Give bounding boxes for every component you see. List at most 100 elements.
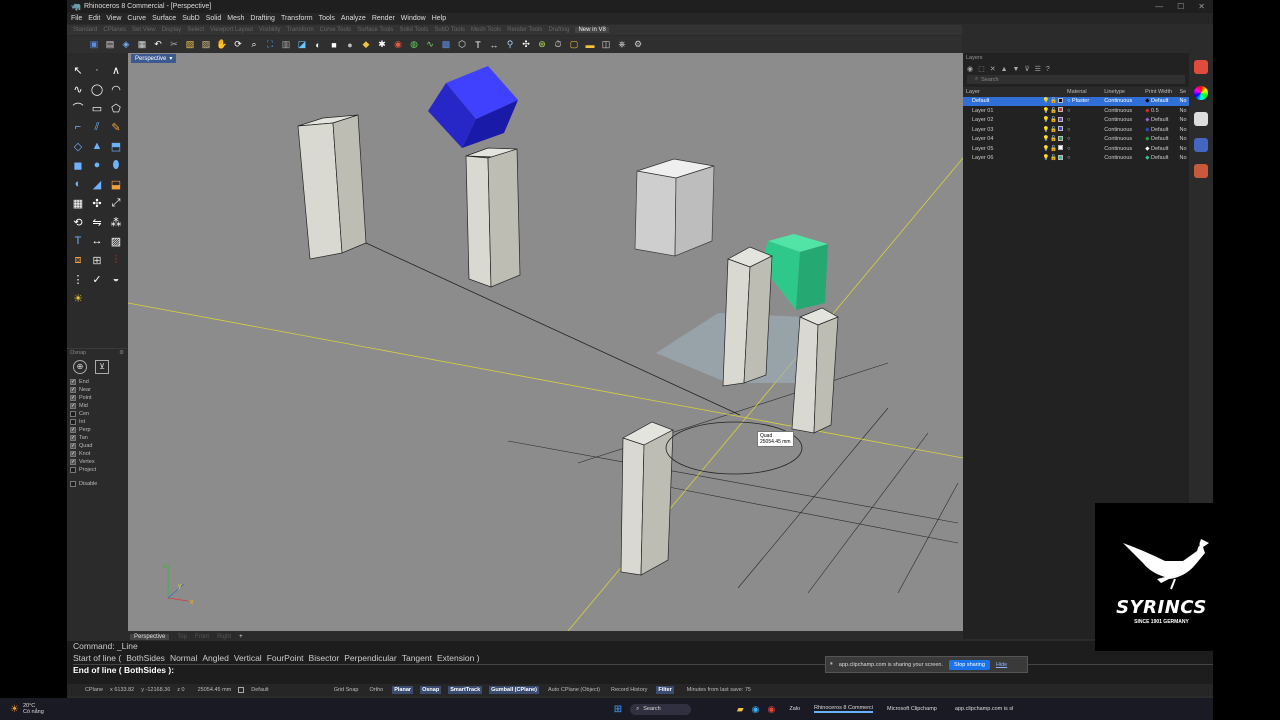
- col-material[interactable]: Material: [1067, 89, 1104, 95]
- box-icon[interactable]: ■: [327, 38, 341, 51]
- block-icon[interactable]: ⧈: [69, 251, 87, 269]
- command-option-perpendicular[interactable]: Perpendicular: [344, 653, 396, 663]
- col-layer[interactable]: Layer: [963, 89, 1042, 95]
- undo-icon[interactable]: ↶: [151, 38, 165, 51]
- viewport-tab-top[interactable]: Top: [177, 634, 187, 640]
- transform-icon[interactable]: ✣: [519, 38, 533, 51]
- command-option-normal[interactable]: Normal: [170, 653, 197, 663]
- text-icon[interactable]: T: [69, 232, 87, 250]
- layer-linetype[interactable]: Continuous: [1104, 155, 1145, 161]
- minimize-button[interactable]: —: [1155, 2, 1163, 11]
- toolbar-tab[interactable]: Solid Tools: [399, 27, 428, 33]
- text-icon[interactable]: T: [471, 38, 485, 51]
- osnap-checkbox[interactable]: ✓: [70, 443, 76, 449]
- rectangle-icon[interactable]: ▭: [88, 99, 106, 117]
- osnap-item-vertex[interactable]: ✓ Vertex: [67, 458, 127, 466]
- layer-color[interactable]: [1057, 135, 1068, 143]
- viewport-tab-right[interactable]: Right: [217, 634, 231, 640]
- osnap-checkbox[interactable]: [70, 419, 76, 425]
- lock-icon[interactable]: 🔓: [1050, 117, 1058, 123]
- chevron-down-icon[interactable]: ▾: [169, 55, 172, 62]
- layer-print-width[interactable]: ◆ Default: [1145, 146, 1179, 152]
- toolbar-tab[interactable]: SubD Tools: [434, 27, 465, 33]
- save-icon[interactable]: ▣: [87, 38, 101, 51]
- toolbar-tab[interactable]: Visibility: [259, 27, 281, 33]
- osnap-filter-icon[interactable]: ⊻: [95, 360, 109, 374]
- rotate-view-icon[interactable]: ⟳: [231, 38, 245, 51]
- zoom-extents-icon[interactable]: ⛶: [263, 38, 277, 51]
- box-icon[interactable]: ◼: [69, 156, 87, 174]
- command-option-extension[interactable]: Extension: [437, 653, 474, 663]
- loft-icon[interactable]: ⬒: [107, 137, 125, 155]
- command-area[interactable]: Command: _Line Start of line (BothSides N…: [67, 641, 1213, 684]
- menu-item-drafting[interactable]: Drafting: [250, 15, 275, 22]
- new-sublayer-icon[interactable]: ⬚: [978, 65, 985, 73]
- layer-material[interactable]: ○: [1067, 127, 1104, 133]
- analyze-icon[interactable]: ⚲: [503, 38, 517, 51]
- viewport-tab-front[interactable]: Front: [195, 634, 209, 640]
- polyline-icon[interactable]: ∧: [107, 61, 125, 79]
- taskbar-search-field[interactable]: ⌕ Search: [630, 703, 691, 715]
- menu-item-window[interactable]: Window: [401, 15, 426, 22]
- viewport-tab-perspective[interactable]: Perspective: [130, 633, 170, 640]
- status-grid-snap[interactable]: Grid Snap: [332, 686, 361, 694]
- osnap-checkbox[interactable]: ✓: [70, 395, 76, 401]
- material-icon[interactable]: ◍: [407, 38, 421, 51]
- pan-icon[interactable]: ✋: [215, 38, 229, 51]
- command-option-tangent[interactable]: Tangent: [402, 653, 432, 663]
- layer-color[interactable]: [1057, 126, 1068, 133]
- dimension-icon[interactable]: ↔: [88, 232, 106, 250]
- toolbar-tab[interactable]: Viewport Layout: [210, 27, 253, 33]
- osnap-checkbox[interactable]: [70, 411, 76, 417]
- osnap-disable[interactable]: Disable: [67, 480, 127, 488]
- dimension-icon[interactable]: ↔: [487, 38, 501, 51]
- menu-item-view[interactable]: View: [106, 15, 121, 22]
- command-option-vertical[interactable]: Vertical: [234, 653, 262, 663]
- close-button[interactable]: ✕: [1198, 2, 1205, 11]
- menu-item-tools[interactable]: Tools: [319, 15, 335, 22]
- help-icon[interactable]: ?: [1046, 66, 1050, 73]
- toolbar-tab[interactable]: Mesh Tools: [471, 27, 501, 33]
- layer-name[interactable]: Layer 05: [963, 146, 1042, 152]
- col-print-width[interactable]: Print Width: [1145, 89, 1179, 95]
- column-1[interactable]: [297, 114, 367, 260]
- toolbar-tab[interactable]: Transform: [286, 27, 313, 33]
- layer-color[interactable]: [1057, 145, 1068, 152]
- split-icon[interactable]: ⫶: [107, 251, 125, 269]
- freeform-icon[interactable]: ⌒: [69, 99, 87, 117]
- status-smarttrack[interactable]: SmartTrack: [448, 686, 483, 694]
- gumball-icon[interactable]: ⊛: [535, 38, 549, 51]
- column-2[interactable]: [465, 147, 521, 288]
- osnap-checkbox[interactable]: ✓: [70, 387, 76, 393]
- layer-linetype[interactable]: Continuous: [1104, 136, 1145, 142]
- point-icon[interactable]: ·: [88, 61, 106, 79]
- display-icon[interactable]: [1194, 164, 1208, 178]
- layer-name[interactable]: Layer 02: [963, 117, 1042, 123]
- paste-icon[interactable]: ▨: [199, 38, 213, 51]
- curve-icon[interactable]: ∿: [423, 38, 437, 51]
- move-down-icon[interactable]: ▼: [1013, 66, 1020, 73]
- layer-color-swatch[interactable]: [1057, 116, 1063, 122]
- toolbar-tab[interactable]: Drafting: [548, 27, 569, 33]
- light-icon[interactable]: ☀: [69, 289, 87, 307]
- new-layer-icon[interactable]: ◉: [967, 65, 973, 73]
- osnap-checkbox[interactable]: [70, 467, 76, 473]
- offset-icon[interactable]: ⫽: [88, 118, 106, 136]
- cut-icon[interactable]: ✂: [167, 38, 181, 51]
- column-5[interactable]: [620, 421, 674, 576]
- display-mode-icon[interactable]: ◐: [311, 38, 325, 51]
- copy-icon[interactable]: ▧: [183, 38, 197, 51]
- layer-name[interactable]: Layer 04: [963, 136, 1042, 142]
- layer-color-swatch[interactable]: [1057, 145, 1063, 151]
- boolean-icon[interactable]: ◐: [69, 175, 87, 193]
- osnap-item-mid[interactable]: ✓ Mid: [67, 402, 127, 410]
- maximize-button[interactable]: ☐: [1177, 2, 1184, 11]
- toolbar-tab[interactable]: Select: [187, 27, 204, 33]
- properties-icon[interactable]: [1194, 112, 1208, 126]
- layer-color[interactable]: [1057, 107, 1068, 114]
- status-planar[interactable]: Planar: [392, 686, 414, 694]
- lightbulb-icon[interactable]: 💡: [1042, 117, 1050, 123]
- status-gumball-cplane[interactable]: Gumball (CPlane): [489, 686, 539, 694]
- layer-row[interactable]: Layer 04 💡 🔓 ○ Continuous ◆ Default No: [963, 135, 1189, 145]
- taskbar-clipchamp[interactable]: Microsoft Clipchamp: [887, 706, 937, 712]
